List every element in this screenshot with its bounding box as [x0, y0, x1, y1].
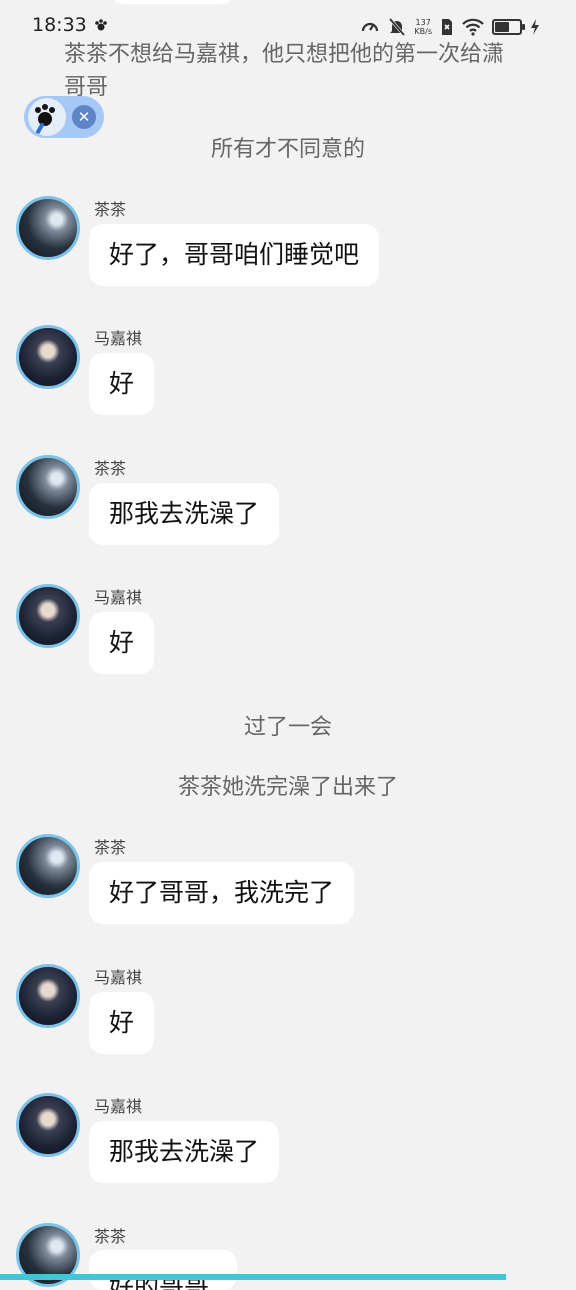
avatar[interactable]	[16, 834, 80, 898]
narration-text: 过了一会	[243, 715, 332, 740]
message-bubble[interactable]: 好了哥哥，我洗完了	[89, 862, 355, 924]
message-bubble[interactable]: 好	[89, 992, 155, 1054]
sender-name: 茶茶	[94, 1227, 127, 1246]
message-bubble[interactable]: 那我去洗澡了	[89, 483, 280, 545]
network-speed: 137 KB/s	[414, 18, 432, 36]
avatar[interactable]	[16, 196, 80, 260]
sender-name: 马嘉祺	[94, 968, 143, 987]
speedometer-icon	[362, 22, 379, 32]
paw-icon	[28, 98, 66, 136]
message-bubble[interactable]: 好	[89, 612, 155, 674]
sender-name: 茶茶	[94, 200, 127, 219]
sender-name: 马嘉祺	[94, 1097, 143, 1116]
close-icon[interactable]: ✕	[72, 105, 96, 129]
message-bubble[interactable]: 好的哥哥	[89, 1250, 237, 1290]
paw-icon	[95, 19, 107, 31]
battery-fill	[495, 22, 509, 32]
sender-name: 马嘉祺	[94, 588, 143, 607]
sim-off-icon	[442, 19, 452, 35]
charging-bolt-icon	[531, 19, 539, 35]
wifi-icon	[462, 18, 484, 36]
message-bubble[interactable]: 那我去洗澡了	[89, 1121, 280, 1183]
speed-value: 137	[415, 18, 431, 27]
avatar[interactable]	[16, 325, 80, 389]
message-bubble[interactable]: 好	[89, 353, 155, 415]
avatar[interactable]	[16, 584, 80, 648]
mute-bell-icon	[389, 18, 406, 36]
bottom-progress-bar	[0, 1274, 506, 1280]
message-bubble[interactable]: 好了，哥哥咱们睡觉吧	[89, 224, 380, 286]
status-bar: 18:33 137 KB/s	[0, 0, 576, 52]
clock: 18:33	[32, 14, 87, 36]
status-icons: 137 KB/s	[360, 16, 540, 38]
sender-name: 茶茶	[94, 838, 127, 857]
avatar[interactable]	[16, 964, 80, 1028]
avatar[interactable]	[16, 1093, 80, 1157]
floating-widget[interactable]: ✕	[24, 96, 104, 138]
battery-icon	[492, 19, 525, 35]
speed-unit: KB/s	[414, 27, 432, 36]
sender-name: 茶茶	[94, 459, 127, 478]
narration-text: 茶茶她洗完澡了出来了	[177, 775, 398, 800]
sender-name: 马嘉祺	[94, 329, 143, 348]
avatar[interactable]	[16, 455, 80, 519]
